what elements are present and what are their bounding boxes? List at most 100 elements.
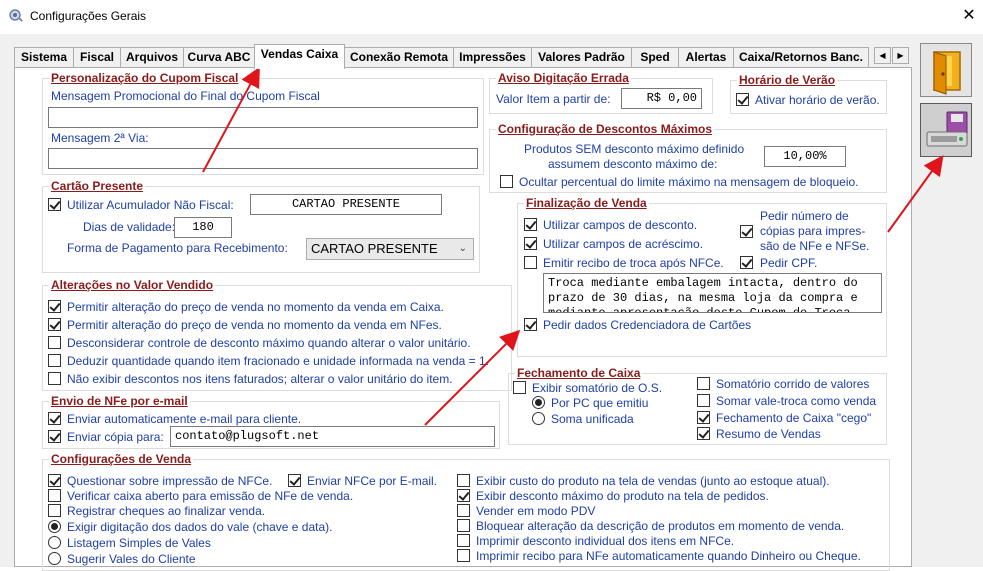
somar-vale-checkbox[interactable] (697, 394, 710, 407)
group-title: Cartão Presente (49, 179, 146, 193)
recibo-troca-checkbox[interactable] (524, 256, 537, 269)
sugerir-vales-label: Sugerir Vales do Cliente (67, 552, 196, 566)
pedir-copias-line2: cópias para impres- (760, 224, 866, 238)
descontos-line1: Produtos SEM desconto máximo definido (524, 142, 745, 156)
questionar-nfce-label: Questionar sobre impressão de NFCe. (67, 474, 273, 488)
verificar-caixa-checkbox[interactable] (48, 489, 61, 502)
sugerir-vales-radio[interactable] (48, 552, 61, 565)
save-button[interactable] (920, 103, 972, 157)
tab-conexao-remota[interactable]: Conexão Remota (344, 47, 454, 68)
forma-pagamento-label: Forma de Pagamento para Recebimento: (67, 241, 288, 255)
tab-arquivos[interactable]: Arquivos (120, 47, 184, 68)
bloquear-descricao-checkbox[interactable] (457, 519, 470, 532)
envio-copia-label: Enviar cópia para: (67, 430, 164, 444)
alteracao-caixa-checkbox[interactable] (48, 300, 61, 313)
save-disk-icon (926, 111, 968, 147)
modo-pdv-checkbox[interactable] (457, 504, 470, 517)
tab-sistema[interactable]: Sistema (14, 47, 74, 68)
acumulador-checkbox[interactable] (48, 198, 61, 211)
tab-impressoes[interactable]: Impressões (453, 47, 532, 68)
credenciadora-checkbox[interactable] (524, 318, 537, 331)
imprimir-desconto-label: Imprimir desconto individual dos itens e… (476, 534, 735, 548)
horario-verao-checkbox[interactable] (736, 93, 749, 106)
soma-unificada-radio[interactable] (532, 412, 545, 425)
exibir-custo-checkbox[interactable] (457, 474, 470, 487)
pedir-cpf-label: Pedir CPF. (760, 256, 818, 270)
pedir-cpf-checkbox[interactable] (740, 256, 753, 269)
close-icon[interactable]: ✕ (957, 5, 981, 27)
envio-copia-input[interactable]: contato@plugsoft.net (170, 426, 495, 447)
tab-strip: Sistema Fiscal Arquivos Curva ABC Vendas… (14, 44, 912, 69)
group-title: Configuração de Descontos Máximos (496, 122, 715, 136)
registrar-cheques-label: Registrar cheques ao finalizar venda. (67, 504, 266, 518)
msg-2via-label: Mensagem 2ª Via: (51, 131, 149, 145)
fechamento-cego-checkbox[interactable] (697, 411, 710, 424)
campos-desconto-checkbox[interactable] (524, 218, 537, 231)
ocultar-percentual-checkbox[interactable] (500, 175, 513, 188)
dias-validade-input[interactable]: 180 (174, 217, 232, 238)
exibir-custo-label: Exibir custo do produto na tela de venda… (476, 474, 830, 488)
tab-scroll-left-icon[interactable]: ◀ (874, 47, 891, 64)
door-exit-icon (933, 51, 961, 95)
somatorio-corrido-checkbox[interactable] (697, 377, 710, 390)
chevron-down-icon: ⌄ (458, 243, 467, 254)
somatorio-os-checkbox[interactable] (513, 381, 526, 394)
campos-acrescimo-checkbox[interactable] (524, 237, 537, 250)
group-title: Fechamento de Caixa (515, 366, 643, 380)
tab-scroll-right-icon[interactable]: ▶ (892, 47, 909, 64)
desconto-maximo-input[interactable]: 10,00% (764, 146, 846, 167)
exit-button[interactable] (920, 43, 972, 97)
somatorio-os-label: Exibir somatório de O.S. (532, 381, 663, 395)
ocultar-percentual-label: Ocultar percentual do limite máximo na m… (519, 175, 859, 189)
enviar-nfce-email-checkbox[interactable] (288, 474, 301, 487)
msg-final-input[interactable] (48, 107, 478, 128)
resumo-vendas-checkbox[interactable] (697, 427, 710, 440)
tab-sped[interactable]: Sped (631, 47, 679, 68)
alteracao-nfes-checkbox[interactable] (48, 318, 61, 331)
somar-vale-label: Somar vale-troca como venda (716, 394, 877, 408)
deduzir-quantidade-checkbox[interactable] (48, 354, 61, 367)
enviar-nfce-email-label: Enviar NFCe por E-mail. (307, 474, 438, 488)
recibo-troca-memo[interactable]: Troca mediante embalagem intacta, dentro… (543, 273, 882, 313)
por-pc-radio[interactable] (532, 396, 545, 409)
msg-2via-input[interactable] (48, 148, 478, 169)
acumulador-input[interactable]: CARTAO PRESENTE (250, 194, 442, 215)
tab-curva-abc[interactable]: Curva ABC (183, 47, 255, 68)
nao-exibir-descontos-checkbox[interactable] (48, 372, 61, 385)
imprimir-desconto-checkbox[interactable] (457, 534, 470, 547)
descontos-line2: assumem desconto máximo de: (548, 157, 718, 171)
tab-alertas[interactable]: Alertas (678, 47, 734, 68)
valor-item-input[interactable]: R$ 0,00 (621, 88, 702, 109)
questionar-nfce-checkbox[interactable] (48, 474, 61, 487)
forma-pagamento-select[interactable]: CARTAO PRESENTE ⌄ (306, 238, 474, 260)
pedir-copias-line1: Pedir número de (760, 209, 849, 223)
exigir-vale-radio[interactable] (48, 520, 61, 533)
credenciadora-label: Pedir dados Credenciadora de Cartões (543, 318, 752, 332)
exibir-desconto-max-checkbox[interactable] (457, 489, 470, 502)
envio-copia-checkbox[interactable] (48, 430, 61, 443)
fechamento-cego-label: Fechamento de Caixa "cego" (716, 411, 872, 425)
tab-valores-padrao[interactable]: Valores Padrão (531, 47, 632, 68)
group-title: Finalização de Venda (524, 196, 649, 210)
envio-auto-checkbox[interactable] (48, 412, 61, 425)
tab-vendas-caixa[interactable]: Vendas Caixa (254, 44, 345, 69)
group-title: Aviso Digitação Errada (496, 71, 631, 85)
tab-caixa-retornos[interactable]: Caixa/Retornos Banc. (733, 47, 869, 68)
somatorio-corrido-label: Somatório corrido de valores (716, 377, 870, 391)
por-pc-label: Por PC que emitiu (551, 396, 649, 410)
campos-acrescimo-label: Utilizar campos de acréscimo. (543, 237, 704, 251)
horario-verao-label: Ativar horário de verão. (755, 93, 880, 107)
imprimir-recibo-checkbox[interactable] (457, 549, 470, 562)
exibir-desconto-max-label: Exibir desconto máximo do produto na tel… (476, 489, 769, 503)
settings-app-icon (9, 9, 23, 22)
imprimir-recibo-label: Imprimir recibo para NFe automaticamente… (476, 549, 861, 563)
tab-fiscal[interactable]: Fiscal (73, 47, 121, 68)
pedir-copias-line3: são de NFe e NFSe. (760, 239, 870, 253)
pedir-copias-checkbox[interactable] (740, 225, 753, 238)
registrar-cheques-checkbox[interactable] (48, 504, 61, 517)
bloquear-descricao-label: Bloquear alteração da descrição de produ… (476, 519, 845, 533)
listagem-vales-radio[interactable] (48, 536, 61, 549)
desconsiderar-desconto-checkbox[interactable] (48, 336, 61, 349)
title-bar (0, 0, 983, 34)
forma-pagamento-value: CARTAO PRESENTE (311, 241, 438, 256)
